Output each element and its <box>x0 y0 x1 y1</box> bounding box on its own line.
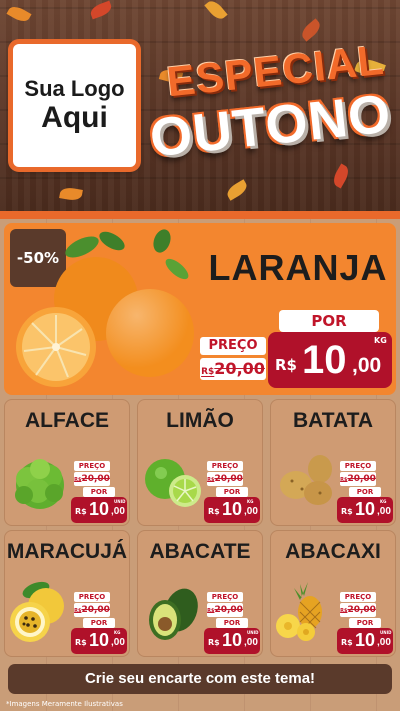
product-card-abacate[interactable]: ABACATE PREÇO R$20,00 POR R$ 10 ,00 UNID <box>137 530 263 657</box>
featured-product[interactable]: -50% LARANJA PREÇO R$20,00 POR R$ 10 ,00… <box>4 223 396 395</box>
new-price-label: POR <box>83 618 115 628</box>
product-name: ABACATE <box>149 540 251 563</box>
price-unit: KG <box>374 336 387 345</box>
logo-placeholder[interactable]: Sua Logo Aqui <box>13 44 136 167</box>
new-price-tag: R$ 10 ,00 UNID <box>337 628 393 654</box>
old-price-value: 20,00 <box>347 474 376 484</box>
new-price-tag: R$ 10 ,00 KG <box>71 628 127 654</box>
price-decimal: ,00 <box>111 506 125 517</box>
price-decimal: ,00 <box>244 637 258 648</box>
product-name: BATATA <box>292 409 374 432</box>
product-name: ABACAXI <box>285 540 381 563</box>
new-price-tag: R$ 10 ,00 KG <box>268 332 392 388</box>
orange-fruit-icon <box>16 229 194 387</box>
old-price-value: 20,00 <box>81 605 110 615</box>
old-price-value: 20,00 <box>214 474 243 484</box>
old-price-label: PREÇO <box>340 461 376 471</box>
old-price-value: 20,00 <box>81 474 110 484</box>
old-price: R$20,00 <box>340 603 376 617</box>
price-currency: R$ <box>75 638 87 647</box>
old-price: R$20,00 <box>207 603 243 617</box>
old-price-value: 20,00 <box>214 605 243 615</box>
header-divider <box>0 211 400 219</box>
new-price-tag: R$ 10 ,00 KG <box>204 497 260 523</box>
passion-fruit-icon <box>10 581 64 642</box>
old-price: R$20,00 <box>207 472 243 486</box>
product-name: ALFACE <box>25 409 109 432</box>
price-currency: R$ <box>208 507 220 516</box>
price-unit: UNID <box>380 630 392 635</box>
price-currency: R$ <box>208 638 220 647</box>
price-integer: 10 <box>355 630 376 650</box>
old-price-label: PREÇO <box>74 461 110 471</box>
product-name: LIMÃO <box>166 409 234 432</box>
old-price-value: 20,00 <box>214 359 265 378</box>
price-decimal: ,00 <box>111 637 125 648</box>
price-integer: 10 <box>222 630 243 650</box>
new-price-label: POR <box>83 487 115 497</box>
price-integer: 10 <box>222 499 243 519</box>
flyer-body: -50% LARANJA PREÇO R$20,00 POR R$ 10 ,00… <box>0 219 400 711</box>
new-price-label: POR <box>216 487 248 497</box>
new-price-label: POR <box>216 618 248 628</box>
new-price-tag: R$ 10 ,00 UNID <box>204 628 260 654</box>
price-decimal: ,00 <box>377 506 391 517</box>
product-card-limao[interactable]: LIMÃO PREÇO R$20,00 POR R$ 10 ,00 KG <box>137 399 263 526</box>
old-price: R$20,00 <box>74 472 110 486</box>
price-integer: 10 <box>89 499 110 519</box>
potato-icon <box>280 455 332 505</box>
product-card-alface[interactable]: ALFACE PREÇO R$20,00 POR R$ 10 ,00 UNID <box>4 399 130 526</box>
old-price-label: PREÇO <box>340 592 376 602</box>
old-price-currency: R$ <box>201 367 215 377</box>
old-price-label: PREÇO <box>74 592 110 602</box>
new-price-label: POR <box>279 310 379 332</box>
old-price-label: PREÇO <box>207 592 243 602</box>
pineapple-icon <box>276 582 322 641</box>
disclaimer-footnote: *Imagens Meramente Ilustrativas <box>6 700 123 708</box>
price-integer: 10 <box>302 338 347 382</box>
cta-banner[interactable]: Crie seu encarte com este tema! <box>8 664 392 694</box>
new-price-label: POR <box>349 618 381 628</box>
price-unit: KG <box>247 499 254 504</box>
price-currency: R$ <box>275 356 297 374</box>
price-decimal: ,00 <box>244 506 258 517</box>
price-unit: UNID <box>114 499 126 504</box>
product-name: MARACUJÁ <box>6 540 128 563</box>
old-price: R$20,00 <box>340 472 376 486</box>
avocado-icon <box>149 588 198 640</box>
price-decimal: ,00 <box>377 637 391 648</box>
new-price-tag: R$ 10 ,00 KG <box>337 497 393 523</box>
price-integer: 10 <box>355 499 376 519</box>
old-price-label: PREÇO <box>207 461 243 471</box>
lettuce-icon <box>15 459 64 509</box>
new-price-label: POR <box>349 487 381 497</box>
price-currency: R$ <box>341 638 353 647</box>
price-unit: UNID <box>247 630 259 635</box>
price-unit: KG <box>380 499 387 504</box>
price-unit: KG <box>114 630 121 635</box>
product-card-maracuja[interactable]: MARACUJÁ PREÇO R$20,00 POR R$ 10 ,00 KG <box>4 530 130 657</box>
old-price: R$20,00 <box>200 358 266 380</box>
old-price-label: PREÇO <box>200 337 266 355</box>
header-banner: Sua Logo Aqui ESPECIAL OUTONO <box>0 0 400 213</box>
lime-icon <box>145 459 201 507</box>
price-integer: 10 <box>89 630 110 650</box>
old-price-value: 20,00 <box>347 605 376 615</box>
new-price-tag: R$ 10 ,00 UNID <box>71 497 127 523</box>
product-card-batata[interactable]: BATATA PREÇO R$20,00 POR R$ 10 ,00 KG <box>270 399 396 526</box>
price-decimal: ,00 <box>352 354 382 377</box>
price-currency: R$ <box>341 507 353 516</box>
price-currency: R$ <box>75 507 87 516</box>
logo-text-line1: Sua Logo <box>24 75 125 101</box>
product-card-abacaxi[interactable]: ABACAXI PREÇO R$20,00 POR R$ 10 ,00 UNID <box>270 530 396 657</box>
featured-product-name: LARANJA <box>208 247 388 288</box>
logo-text-line2: Aqui <box>41 101 108 135</box>
old-price: R$20,00 <box>74 603 110 617</box>
